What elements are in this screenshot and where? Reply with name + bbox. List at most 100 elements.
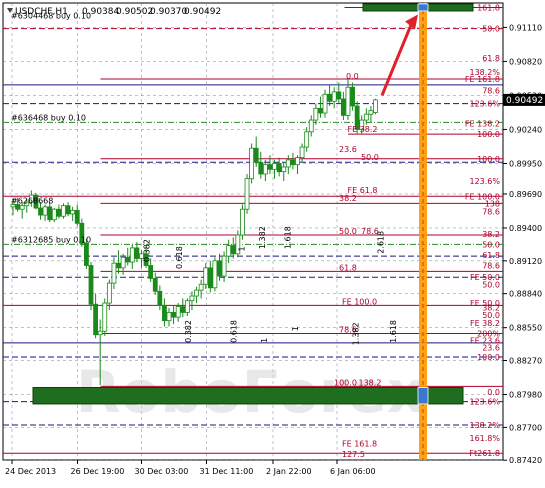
open-value: 0.90384 [82, 7, 119, 17]
candle-body [295, 157, 300, 166]
order-label: #6268668 [11, 197, 53, 206]
time-fib-label: 0.382 [184, 320, 193, 343]
time-fib-label: 1 [291, 326, 300, 331]
low-value: 0.90370 [150, 7, 187, 17]
fib-label-right: 0.0 [487, 388, 500, 397]
time-fib-label: 1.618 [284, 226, 293, 249]
y-tick-label: 0.88840 [509, 290, 542, 299]
fib-label-right: 123.6% [469, 100, 500, 109]
candle-body [171, 312, 177, 318]
candle-body [106, 282, 112, 304]
candle-body [129, 247, 135, 263]
candle-body [327, 93, 333, 102]
candle-body [212, 260, 218, 289]
candle-body [97, 330, 103, 336]
candle-body [313, 107, 319, 121]
candle-body [56, 208, 62, 217]
fib-label-inner: FE 100.0 [342, 297, 377, 306]
chart-window: RoboForex 161.850.061.8138.2%FE 161.878.… [0, 0, 545, 484]
fib-label-right: 138.2% [469, 421, 500, 430]
candle-body [203, 267, 209, 285]
y-tick-label: 0.89690 [509, 190, 542, 199]
time-fib-label: 1.382 [258, 226, 267, 249]
fib-label-right: 123.6% [469, 398, 500, 407]
candle-body [88, 265, 94, 305]
fib-label-right: 100.0 [477, 155, 500, 164]
fib-label-right: 78.6 [482, 87, 500, 96]
fib-label-right: Ft261.8 [469, 449, 500, 458]
candle-body [38, 207, 43, 216]
candle-body [47, 206, 53, 221]
y-tick-label: 0.89120 [509, 257, 542, 266]
candle-body [162, 304, 167, 322]
candle-body [363, 113, 369, 121]
candle-body [304, 131, 310, 148]
fib-label-inner: 61.8 [339, 263, 357, 272]
candle-body [180, 306, 186, 313]
candle-body [258, 161, 264, 175]
time-fib-label: 0.382 [143, 239, 152, 262]
time-fib-label: 1.382 [352, 322, 361, 345]
fib-label-right: 161.8% [469, 434, 500, 443]
fib-label-inner: FE 161.8 [342, 439, 377, 448]
candle-body [230, 245, 236, 255]
candle-body [345, 86, 351, 116]
time-fib-label: 1.618 [389, 320, 398, 343]
candle-body [226, 245, 232, 257]
candle-body [331, 91, 337, 102]
x-tick-label: 2 Jan 22:00 [266, 467, 312, 476]
candle-body [299, 146, 305, 159]
x-tick-label: 30 Dec 03:00 [135, 467, 189, 476]
fib-label-right: FE 138.2 [465, 120, 500, 129]
close-value: 0.90492 [184, 7, 221, 17]
target-marker-upper [417, 3, 429, 12]
candle-body [84, 242, 89, 266]
time-fib-label: 2.618 [377, 231, 386, 254]
symbol-label: USDCHF,H1 [15, 7, 68, 17]
candle-body [125, 256, 131, 263]
candle-body [244, 178, 250, 210]
price-chart[interactable]: RoboForex 161.850.061.8138.2%FE 161.878.… [0, 0, 545, 484]
x-tick-label: 24 Dec 2013 [5, 467, 56, 476]
fib-label-inner: 38.2 [339, 194, 357, 203]
fib-label-right: 78.6 [482, 208, 500, 217]
candle-body [93, 303, 98, 336]
order-label: #636468 buy 0.10 [11, 113, 86, 122]
candle-body [340, 98, 346, 116]
candle-body [262, 164, 268, 175]
candle-body [253, 147, 259, 163]
candle-body [281, 166, 287, 173]
candle-body [19, 205, 25, 210]
target-zone-lower [32, 387, 464, 405]
fib-label-right: 61.8 [482, 251, 500, 260]
candle-body [198, 283, 204, 291]
y-tick-label: 0.90240 [509, 125, 542, 134]
candle-body [194, 289, 199, 297]
candle-body [134, 247, 140, 259]
candle-body [102, 302, 108, 332]
candle-body [42, 206, 48, 216]
candle-body [74, 209, 80, 224]
fib-label-right: 38.2 [482, 230, 500, 239]
x-tick-label: 26 Dec 19:00 [71, 467, 125, 476]
fib-label-inner: 50.0 [361, 153, 379, 162]
candle-body [267, 164, 273, 170]
y-tick-label: 0.87700 [509, 423, 542, 432]
candle-body [350, 86, 355, 107]
y-tick-label: 0.91110 [509, 23, 542, 32]
candle-body [120, 256, 126, 269]
time-fib-label: 1 [260, 338, 269, 343]
fib-label-right: 61.8 [482, 54, 500, 63]
fib-label-right: 50.0 [482, 280, 500, 289]
candle-body [272, 163, 277, 170]
fib-label-right: 50.0 [482, 240, 500, 249]
y-tick-label: 0.89400 [509, 224, 542, 233]
fib-label-right: 100.0 [477, 130, 500, 139]
time-fib-label: 0.618 [230, 320, 239, 343]
candle-body [276, 163, 282, 173]
candle-body [111, 262, 117, 284]
candle-body [148, 265, 154, 279]
candle-body [157, 290, 163, 306]
candle-body [290, 159, 296, 166]
candle-body [51, 208, 57, 221]
